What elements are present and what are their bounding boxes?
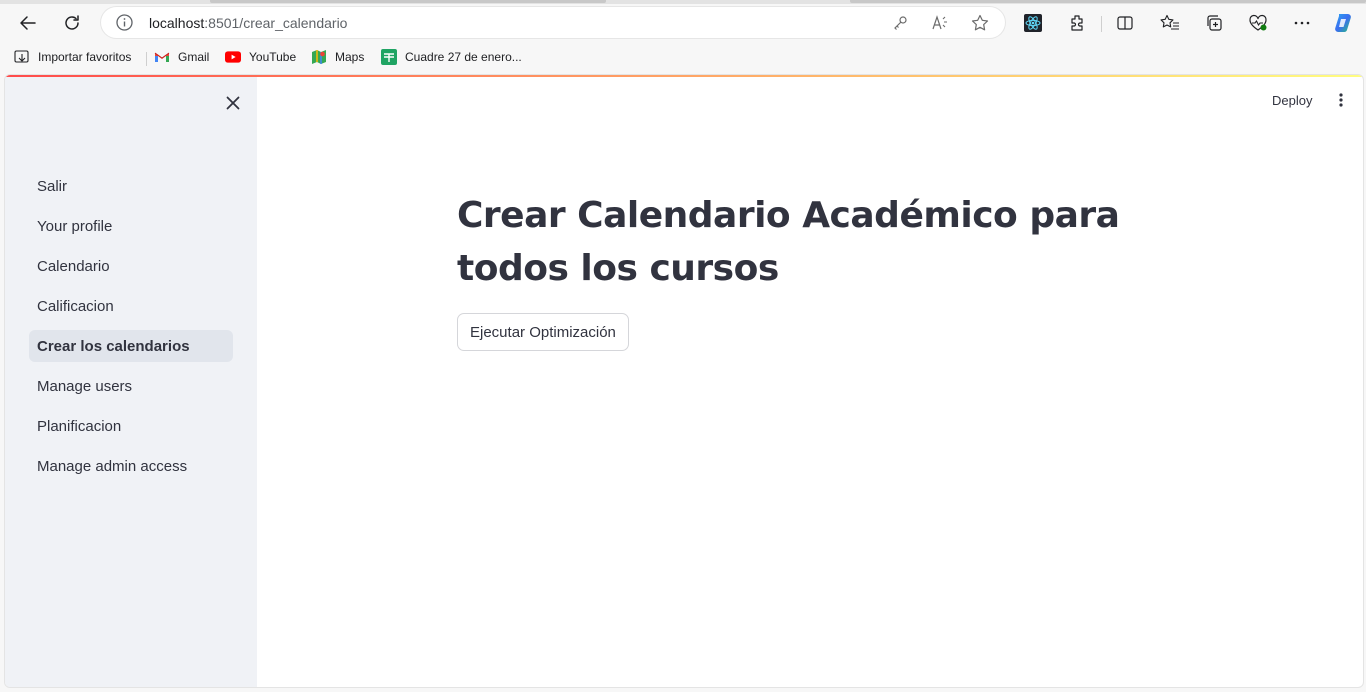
back-arrow-icon bbox=[20, 16, 36, 30]
key-icon[interactable] bbox=[890, 13, 910, 33]
browser-toolbar: localhost:8501/crear_calendario bbox=[0, 4, 1366, 42]
tab-indicator bbox=[210, 0, 606, 3]
ejecutar-optimizacion-button[interactable]: Ejecutar Optimización bbox=[457, 313, 629, 351]
kebab-menu-icon bbox=[1339, 93, 1343, 107]
sidebar-item-calificacion[interactable]: Calificacion bbox=[29, 290, 233, 322]
maps-icon bbox=[311, 49, 327, 65]
browser-essentials-icon[interactable] bbox=[1243, 8, 1273, 38]
bookmark-youtube[interactable]: YouTube bbox=[225, 49, 296, 65]
reload-button[interactable] bbox=[56, 7, 88, 39]
bookmark-label: Maps bbox=[335, 50, 365, 64]
sidebar-item-salir[interactable]: Salir bbox=[29, 170, 233, 202]
sidebar-item-planificacion[interactable]: Planificacion bbox=[29, 410, 233, 442]
sidebar: Salir Your profile Calendario Calificaci… bbox=[5, 77, 257, 687]
sheets-icon bbox=[381, 49, 397, 65]
extensions-icon[interactable] bbox=[1062, 8, 1092, 38]
bookmark-label: Gmail bbox=[178, 50, 210, 64]
bookmark-label: Importar favoritos bbox=[38, 50, 132, 64]
react-devtools-icon[interactable] bbox=[1018, 8, 1048, 38]
youtube-icon bbox=[225, 49, 241, 65]
page-viewport: Salir Your profile Calendario Calificaci… bbox=[4, 74, 1364, 688]
url-host: localhost bbox=[149, 15, 205, 31]
bookmarks-bar: Importar favoritos Gmail YouTube Maps Cu… bbox=[0, 42, 1366, 72]
deploy-button[interactable]: Deploy bbox=[1264, 89, 1320, 111]
bookmark-gmail[interactable]: Gmail bbox=[154, 49, 209, 65]
favorite-star-icon[interactable] bbox=[970, 13, 990, 33]
close-sidebar-button[interactable] bbox=[221, 91, 245, 115]
close-icon bbox=[226, 96, 240, 110]
bookmark-label: Cuadre 27 de enero... bbox=[405, 50, 522, 64]
sidebar-item-crear-los-calendarios[interactable]: Crear los calendarios bbox=[29, 330, 233, 362]
tab-indicator bbox=[850, 0, 1366, 3]
split-screen-icon[interactable] bbox=[1110, 8, 1140, 38]
bookmark-maps[interactable]: Maps bbox=[311, 49, 364, 65]
main-menu-button[interactable] bbox=[1329, 88, 1353, 112]
import-favorites-icon bbox=[14, 49, 30, 65]
sidebar-item-manage-admin-access[interactable]: Manage admin access bbox=[29, 450, 233, 482]
sidebar-item-your-profile[interactable]: Your profile bbox=[29, 210, 233, 242]
read-aloud-icon[interactable] bbox=[930, 13, 950, 33]
toolbar-divider bbox=[1101, 16, 1102, 32]
url-text[interactable]: localhost:8501/crear_calendario bbox=[149, 15, 347, 31]
copilot-icon[interactable] bbox=[1328, 8, 1358, 38]
sidebar-item-calendario[interactable]: Calendario bbox=[29, 250, 233, 282]
page-title: Crear Calendario Académico para todos lo… bbox=[457, 195, 1120, 289]
sidebar-nav: Salir Your profile Calendario Calificaci… bbox=[29, 170, 233, 490]
gmail-icon bbox=[154, 49, 170, 65]
favorites-icon[interactable] bbox=[1155, 8, 1185, 38]
more-options-icon[interactable] bbox=[1287, 8, 1317, 38]
collections-icon[interactable] bbox=[1199, 8, 1229, 38]
sidebar-item-manage-users[interactable]: Manage users bbox=[29, 370, 233, 402]
bookmark-label: YouTube bbox=[249, 50, 297, 64]
reload-icon bbox=[65, 15, 79, 30]
bookmark-divider bbox=[146, 52, 147, 66]
bookmark-cuadre[interactable]: Cuadre 27 de enero... bbox=[381, 49, 522, 65]
url-path: :8501/crear_calendario bbox=[204, 15, 348, 31]
bookmark-importar-favoritos[interactable]: Importar favoritos bbox=[14, 49, 131, 65]
address-bar[interactable]: localhost:8501/crear_calendario bbox=[101, 7, 1005, 38]
site-info-icon[interactable] bbox=[115, 13, 134, 32]
back-button[interactable] bbox=[12, 7, 44, 39]
